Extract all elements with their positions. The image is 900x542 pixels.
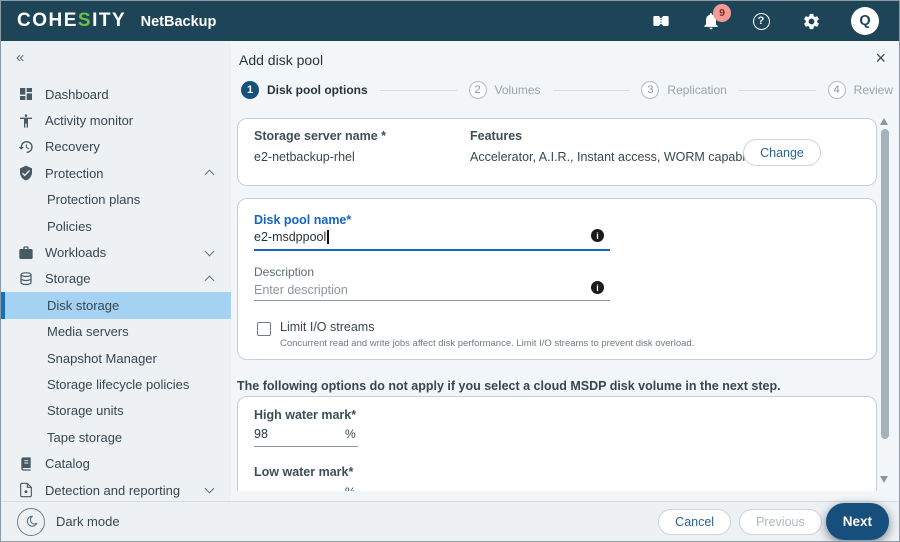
dark-mode-label: Dark mode xyxy=(56,514,120,529)
chevron-up-icon xyxy=(204,275,215,286)
features-value: Accelerator, A.I.R., Instant access, WOR… xyxy=(470,150,753,164)
name-field-underline xyxy=(254,249,610,251)
low-water-mark-label: Low water mark* xyxy=(254,465,354,479)
limit-io-streams-label: Limit I/O streams xyxy=(280,320,375,334)
storage-server-name-label: Storage server name * xyxy=(254,129,387,143)
detection-reporting-icon xyxy=(18,482,34,498)
app-window: COHESITY NetBackup 9 ? Q « Dashboard Act… xyxy=(0,0,900,542)
storage-database-icon xyxy=(18,271,34,287)
activity-monitor-icon xyxy=(18,113,34,129)
storage-server-card: Storage server name * e2-netbackup-rhel … xyxy=(237,118,877,186)
high-water-mark-input[interactable]: 98 xyxy=(254,427,268,441)
protection-shield-icon xyxy=(18,165,34,181)
sidebar-collapse-button[interactable]: « xyxy=(16,49,24,66)
logo-accent-s: S xyxy=(77,10,93,31)
chevron-down-icon xyxy=(204,246,215,256)
step-1-label: Disk pool options xyxy=(267,83,368,97)
settings-gear-icon[interactable] xyxy=(801,11,821,31)
license-ticket-icon[interactable] xyxy=(651,11,671,31)
sidebar-item-recovery[interactable]: Recovery xyxy=(1,134,231,160)
dark-mode-toggle[interactable]: Dark mode xyxy=(17,507,120,536)
info-icon[interactable]: i xyxy=(591,281,604,294)
scrollbar-down-arrow[interactable] xyxy=(880,476,888,483)
limit-io-streams-caption: Concurrent read and write jobs affect di… xyxy=(280,338,695,349)
dashboard-icon xyxy=(18,86,34,102)
sidebar-item-storage-lifecycle-policies[interactable]: Storage lifecycle policies xyxy=(1,371,231,397)
sidebar-item-disk-storage[interactable]: Disk storage xyxy=(1,292,231,319)
step-3-label: Replication xyxy=(667,83,727,97)
water-mark-card: High water mark* 98 % Low water mark* % xyxy=(237,396,877,491)
wizard-action-buttons: Cancel Previous Next xyxy=(658,503,889,540)
step-connector xyxy=(738,89,816,91)
sidebar-item-storage-units[interactable]: Storage units xyxy=(1,398,231,424)
step-4-circle[interactable]: 4 xyxy=(827,81,846,99)
add-disk-pool-panel: Add disk pool × 1 Disk pool options 2 Vo… xyxy=(231,41,899,501)
features-label: Features xyxy=(470,129,523,143)
storage-server-name-value: e2-netbackup-rhel xyxy=(254,150,355,164)
page-title: Add disk pool xyxy=(239,52,324,68)
description-input[interactable]: Enter description xyxy=(254,283,348,297)
scrollbar-thumb[interactable] xyxy=(881,129,889,439)
catalog-book-icon xyxy=(18,456,34,472)
sidebar-item-media-servers[interactable]: Media servers xyxy=(1,319,231,345)
step-4-label: Review xyxy=(853,83,894,97)
sidebar-nav: Dashboard Activity monitor Recovery Prot… xyxy=(1,81,231,503)
form-scroll-area: Storage server name * e2-netbackup-rhel … xyxy=(231,111,899,491)
cohesity-netbackup-logo: COHESITY NetBackup xyxy=(17,10,216,32)
workloads-briefcase-icon xyxy=(18,245,34,261)
user-avatar[interactable]: Q xyxy=(851,7,879,35)
product-name: NetBackup xyxy=(140,14,217,30)
step-3-circle[interactable]: 3 xyxy=(641,81,660,99)
cloud-msdp-note: The following options do not apply if yo… xyxy=(237,379,781,393)
text-cursor xyxy=(327,230,329,244)
recovery-icon xyxy=(18,139,34,155)
percent-unit: % xyxy=(345,427,356,441)
change-server-button[interactable]: Change xyxy=(743,139,821,166)
chevron-up-icon xyxy=(204,169,215,180)
wizard-stepper: 1 Disk pool options 2 Volumes 3 Replicat… xyxy=(241,80,893,100)
limit-io-streams-checkbox[interactable] xyxy=(257,322,271,336)
high-water-mark-label: High water mark* xyxy=(254,408,357,422)
help-icon[interactable]: ? xyxy=(751,11,771,31)
sidebar-item-policies[interactable]: Policies xyxy=(1,213,231,239)
chevron-down-icon xyxy=(204,483,215,494)
disk-pool-name-label: Disk pool name* xyxy=(254,213,352,227)
top-bar: COHESITY NetBackup 9 ? Q xyxy=(1,1,899,41)
sidebar-item-protection[interactable]: Protection xyxy=(1,160,231,186)
cohesity-wordmark: COHESITY xyxy=(17,10,127,31)
bottom-bar: Dark mode Cancel Previous Next xyxy=(1,501,899,541)
step-connector xyxy=(379,89,457,91)
description-field-underline xyxy=(254,300,610,301)
sidebar-item-snapshot-manager[interactable]: Snapshot Manager xyxy=(1,345,231,371)
info-icon[interactable]: i xyxy=(591,229,604,242)
disk-pool-details-card: Disk pool name* e2-msdppool i Descriptio… xyxy=(237,198,877,360)
description-label: Description xyxy=(254,265,315,279)
sidebar-item-detection-and-reporting[interactable]: Detection and reporting xyxy=(1,477,231,503)
step-2-circle[interactable]: 2 xyxy=(468,81,487,99)
percent-unit: % xyxy=(345,485,356,491)
step-2-label: Volumes xyxy=(494,83,541,97)
close-icon[interactable]: × xyxy=(875,49,886,67)
notification-count-badge[interactable]: 9 xyxy=(713,4,731,22)
sidebar-item-tape-storage[interactable]: Tape storage xyxy=(1,424,231,450)
cancel-button[interactable]: Cancel xyxy=(658,508,732,535)
moon-icon xyxy=(17,507,45,536)
notifications-bell-icon[interactable]: 9 xyxy=(701,4,731,31)
sidebar-item-storage[interactable]: Storage xyxy=(1,266,231,292)
previous-button[interactable]: Previous xyxy=(739,508,822,535)
sidebar-item-dashboard[interactable]: Dashboard xyxy=(1,81,231,107)
sidebar-item-workloads[interactable]: Workloads xyxy=(1,239,231,265)
sidebar-item-catalog[interactable]: Catalog xyxy=(1,450,231,476)
disk-pool-name-input[interactable]: e2-msdppool xyxy=(254,230,329,244)
scrollbar-up-arrow[interactable] xyxy=(880,118,888,125)
step-1-circle[interactable]: 1 xyxy=(241,81,259,99)
high-water-underline xyxy=(254,446,358,447)
next-button[interactable]: Next xyxy=(825,503,889,540)
sidebar: « Dashboard Activity monitor Recovery Pr… xyxy=(1,41,231,501)
step-connector xyxy=(552,89,630,91)
sidebar-item-protection-plans[interactable]: Protection plans xyxy=(1,187,231,213)
topbar-icon-group: 9 ? Q xyxy=(651,4,883,35)
sidebar-item-activity-monitor[interactable]: Activity monitor xyxy=(1,107,231,133)
